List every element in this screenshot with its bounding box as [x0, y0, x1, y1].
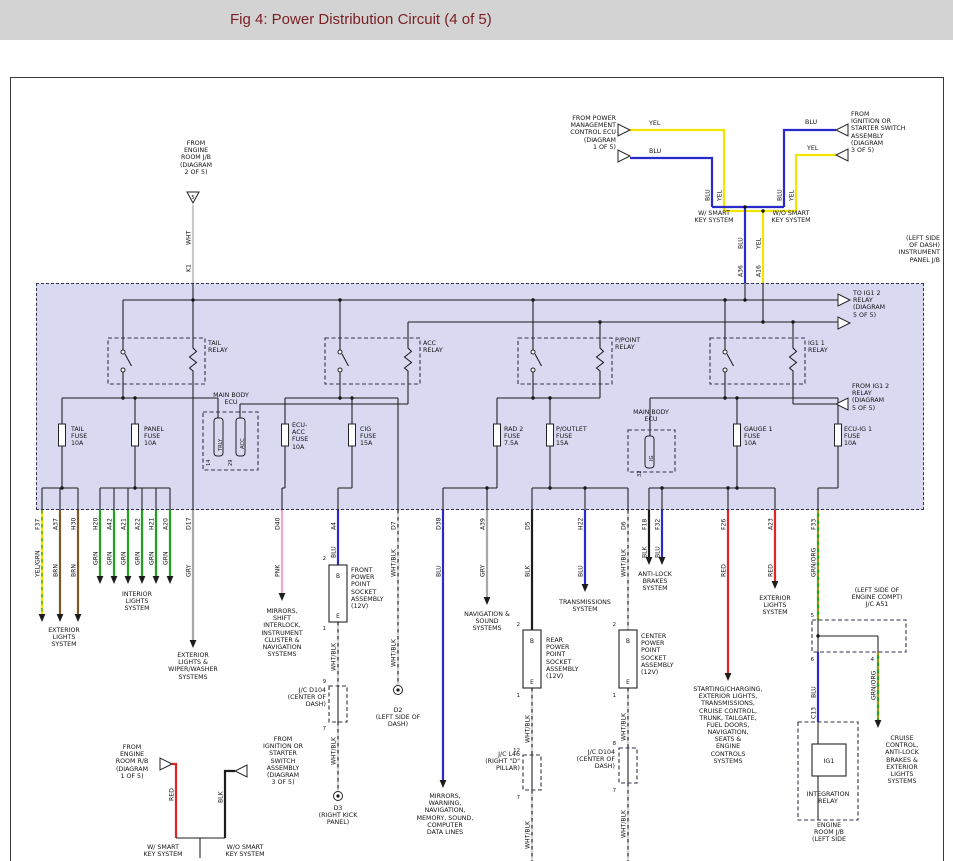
label-instrument-panel-jb: (LEFT SIDE OF DASH) INSTRUMENT PANEL J/B — [858, 235, 940, 264]
instrument-panel-jb-block — [36, 283, 924, 510]
label-acc-relay: ACC RELAY — [423, 340, 468, 354]
label-d3-ground: D3 (RIGHT KICK PANEL) — [302, 805, 374, 827]
label-ext-wiper-washer: EXTERIOR LIGHTS & WIPER/WASHER SYSTEMS — [152, 652, 234, 681]
label-exterior-lights-1: EXTERIOR LIGHTS SYSTEM — [28, 627, 100, 649]
label-wo-smart-key: W/O SMART KEY SYSTEM — [759, 210, 823, 224]
label-wo-smart-bottom: W/O SMART KEY SYSTEM — [213, 844, 277, 858]
label-w-smart-bottom: W/ SMART KEY SYSTEM — [133, 844, 193, 858]
label-ecu-ig1-fuse: ECU-IG 1 FUSE 10A — [844, 426, 888, 448]
label-from-ig12-relay: FROM IG1 2 RELAY (DIAGRAM 5 OF 5) — [852, 383, 912, 412]
figure-title: Fig 4: Power Distribution Circuit (4 of … — [230, 11, 492, 28]
label-mirrors-shift: MIRRORS, SHIFT INTERLOCK, INSTRUMENT CLU… — [246, 608, 318, 658]
wiring-diagram-page: Fig 4: Power Distribution Circuit (4 of … — [0, 0, 953, 861]
label-antilock-brakes: ANTI-LOCK BRAKES SYSTEM — [621, 571, 689, 593]
label-mirrors-warning: MIRRORS, WARNING, NAVIGATION, MEMORY, SO… — [404, 793, 486, 836]
label-integration-relay: INTEGRATION RELAY — [799, 791, 857, 805]
label-jc-l46: J/C L46 (RIGHT "D" PILLAR) — [468, 751, 520, 773]
label-d2-ground: D2 (LEFT SIDE OF DASH) — [362, 707, 434, 729]
label-yel: YEL — [807, 145, 818, 152]
label-main-body-ecu-1: MAIN BODY ECU — [200, 392, 262, 406]
label-nav-sound: NAVIGATION & SOUND SYSTEMS — [450, 611, 524, 633]
label-from-ignition-bottom: FROM IGNITION OR STARTER SWITCH ASSEMBLY… — [251, 736, 315, 786]
label-rear-power-point: REAR POWER POINT SOCKET ASSEMBLY (12V) — [546, 637, 596, 680]
label-panel-fuse: PANEL FUSE 10A — [144, 426, 184, 448]
label-rad2-fuse: RAD 2 FUSE 7.5A — [504, 426, 544, 448]
label-blu: BLU — [649, 148, 661, 155]
label-from-power-mgmt-ecu: FROM POWER MANAGEMENT CONTROL ECU (DIAGR… — [554, 115, 616, 151]
label-interior-lights: INTERIOR LIGHTS SYSTEM — [101, 591, 173, 613]
label-front-power-point: FRONT POWER POINT SOCKET ASSEMBLY (12V) — [351, 567, 401, 610]
label-jc-d104-1: J/C D104 (CENTER OF DASH) — [280, 687, 326, 709]
label-tail-fuse: TAIL FUSE 10A — [71, 426, 111, 448]
label-from-ignition-switch-top: FROM IGNITION OR STARTER SWITCH ASSEMBLY… — [851, 111, 925, 154]
label-center-power-point: CENTER POWER POINT SOCKET ASSEMBLY (12V) — [641, 633, 691, 676]
label-main-body-ecu-2: MAIN BODY ECU — [621, 409, 681, 423]
label-tail-relay: TAIL RELAY — [208, 340, 253, 354]
label-yel: YEL — [649, 120, 660, 127]
label-ppoint-relay: P/POINT RELAY — [615, 337, 660, 351]
label-cruise-control: CRUISE CONTROL, ANTI-LOCK BRAKES & EXTER… — [866, 735, 938, 785]
label-blu: BLU — [805, 119, 817, 126]
label-jc-d104-2: J/C D104 (CENTER OF DASH) — [563, 749, 615, 771]
label-to-ig12-relay: TO IG1 2 RELAY (DIAGRAM 5 OF 5) — [853, 290, 905, 319]
label-ig11-relay: IG1 1 RELAY — [808, 340, 853, 354]
label-from-engine-room-rb: FROM ENGINE ROOM R/B (DIAGRAM 1 OF 5) — [103, 744, 161, 780]
label-gauge1-fuse: GAUGE 1 FUSE 10A — [744, 426, 788, 448]
label-engine-room-jb-bottom: ENGINE ROOM J/B (LEFT SIDE — [797, 822, 861, 844]
label-jc-a51: (LEFT SIDE OF ENGINE COMPT) J/C A51 — [838, 587, 916, 609]
label-ecu-acc-fuse: ECU- ACC FUSE 10A — [292, 422, 332, 451]
label-transmissions: TRANSMISSIONS SYSTEM — [546, 599, 624, 613]
label-cig-fuse: CIG FUSE 15A — [360, 426, 400, 448]
label-w-smart-key: W/ SMART KEY SYSTEM — [683, 210, 745, 224]
label-exterior-lights-2: EXTERIOR LIGHTS SYSTEM — [741, 595, 809, 617]
label-poutlet-fuse: P/OUTLET FUSE 15A — [556, 426, 600, 448]
label-starting-charging: STARTING/CHARGING, EXTERIOR LIGHTS, TRAN… — [682, 686, 774, 765]
label-from-engine-room-jb: FROM ENGINE ROOM J/B (DIAGRAM 2 OF 5) — [165, 140, 227, 176]
